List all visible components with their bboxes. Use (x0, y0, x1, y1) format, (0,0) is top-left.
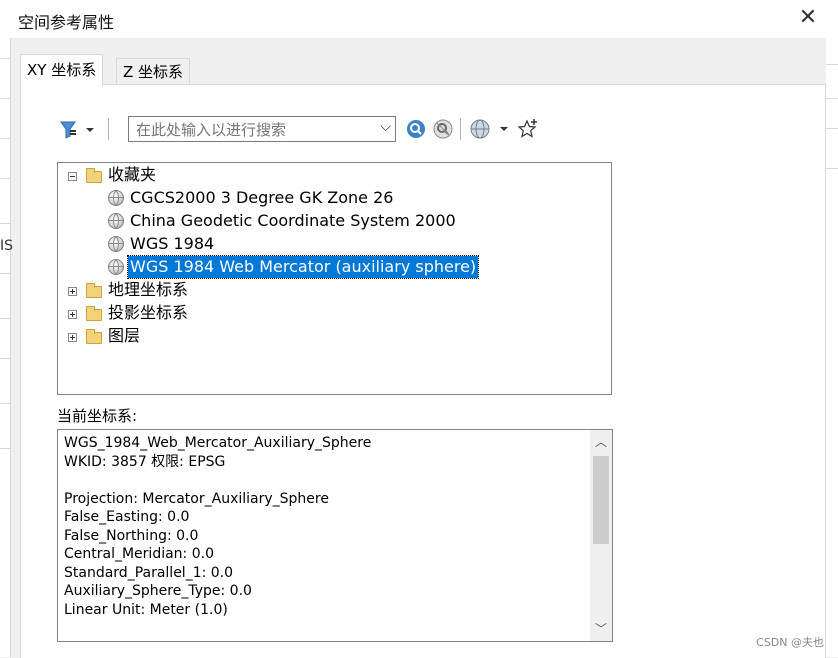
expand-icon[interactable] (68, 333, 77, 342)
detail-line: Standard_Parallel_1: 0.0 (64, 565, 234, 581)
folder-icon (86, 329, 102, 344)
tree-item-china-geodetic-2000[interactable]: China Geodetic Coordinate System 2000 (130, 210, 456, 232)
tab-xy-coordinate-system[interactable]: XY 坐标系 (20, 54, 104, 86)
clear-search-icon[interactable] (433, 119, 453, 143)
background-text: IS (0, 238, 14, 254)
close-button[interactable]: ✕ (796, 6, 820, 30)
folder-icon (86, 283, 102, 298)
tab-z-coordinate-system[interactable]: Z 坐标系 (116, 58, 191, 85)
detail-line: Projection: Mercator_Auxiliary_Sphere (64, 491, 329, 507)
window-title: 空间参考属性 (18, 13, 115, 32)
globe-icon[interactable] (470, 119, 510, 143)
search-box[interactable]: ⌵ (128, 116, 396, 142)
globe-icon (108, 236, 124, 252)
detail-line: False_Easting: 0.0 (64, 509, 190, 525)
scroll-up-icon[interactable]: ︿ (590, 432, 612, 452)
current-cs-label: 当前坐标系: (57, 407, 138, 425)
scroll-thumb[interactable] (593, 456, 609, 544)
tree-node-layers[interactable]: 图层 (108, 325, 140, 347)
tree-node-favorites[interactable]: 收藏夹 (108, 164, 156, 186)
toolbar-separator (460, 118, 461, 140)
current-cs-details[interactable]: WGS_1984_Web_Mercator_Auxiliary_Sphere W… (57, 429, 613, 642)
tree-node-geographic-cs[interactable]: 地理坐标系 (108, 279, 188, 301)
star-add-icon[interactable] (517, 118, 539, 144)
tree-item-wgs-1984-web-mercator[interactable]: WGS 1984 Web Mercator (auxiliary sphere) (126, 255, 480, 279)
expand-icon[interactable] (68, 310, 77, 319)
magnifier-icon[interactable] (406, 119, 426, 143)
detail-line: WKID: 3857 权限: EPSG (64, 454, 226, 470)
expand-icon[interactable] (68, 287, 77, 296)
scroll-down-icon[interactable]: ﹀ (590, 619, 612, 639)
globe-icon (108, 259, 124, 275)
detail-line: Auxiliary_Sphere_Type: 0.0 (64, 583, 252, 599)
detail-line: Central_Meridian: 0.0 (64, 546, 214, 562)
background-window-right (826, 38, 838, 657)
coordinate-system-tree[interactable]: 收藏夹 CGCS2000 3 Degree GK Zone 26 China G… (57, 162, 612, 395)
background-window-left: IS (0, 38, 14, 657)
collapse-icon[interactable] (68, 172, 77, 181)
chevron-down-icon[interactable]: ⌵ (380, 119, 391, 135)
globe-icon (108, 213, 124, 229)
search-input[interactable] (134, 118, 378, 142)
tree-item-wgs-1984[interactable]: WGS 1984 (130, 233, 214, 255)
favorites-folder-icon (86, 168, 102, 183)
watermark: CSDN @夫也 (756, 636, 824, 649)
tree-node-projected-cs[interactable]: 投影坐标系 (108, 302, 188, 324)
vertical-scrollbar[interactable]: ︿ ﹀ (590, 430, 612, 641)
detail-line: False_Northing: 0.0 (64, 528, 199, 544)
detail-line: WGS_1984_Web_Mercator_Auxiliary_Sphere (64, 435, 372, 451)
toolbar-separator (108, 118, 109, 140)
tree-item-cgcs2000-gk-zone-26[interactable]: CGCS2000 3 Degree GK Zone 26 (130, 187, 393, 209)
folder-icon (86, 306, 102, 321)
globe-icon (108, 190, 124, 206)
title-bar: 空间参考属性 ✕ (0, 0, 838, 38)
filter-icon[interactable] (60, 120, 96, 144)
detail-line: Linear Unit: Meter (1.0) (64, 602, 228, 618)
